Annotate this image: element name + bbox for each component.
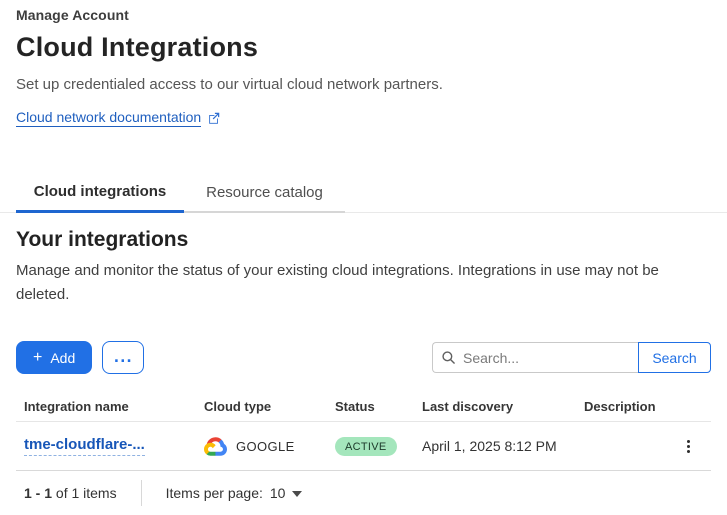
cloud-type-label: GOOGLE [236, 439, 295, 454]
breadcrumb: Manage Account [16, 7, 711, 23]
page-range: 1 - 1 of 1 items [16, 485, 117, 501]
integration-name-link[interactable]: tme-cloudflare-... [24, 436, 145, 456]
page-range-current: 1 - 1 [24, 485, 52, 501]
overflow-menu-icon: ... [114, 350, 133, 366]
search-input[interactable] [463, 350, 630, 366]
search-box [432, 342, 638, 373]
page-header: Manage Account Cloud Integrations Set up… [16, 0, 711, 127]
overflow-menu-button[interactable]: ... [102, 341, 144, 374]
items-per-page-label: Items per page: [166, 485, 263, 501]
column-header-integration-name: Integration name [16, 399, 196, 414]
column-header-description: Description [576, 399, 681, 414]
items-per-page-value: 10 [270, 485, 286, 501]
search-icon [441, 350, 456, 365]
table-row: tme-cloudflare-... GOOGLE ACTIVE April 1… [16, 422, 711, 471]
status-badge: ACTIVE [335, 437, 397, 456]
external-link-icon [207, 111, 221, 125]
page-subtitle: Set up credentialed access to our virtua… [16, 76, 711, 93]
doc-link-label: Cloud network documentation [16, 109, 201, 127]
row-overflow-menu-button[interactable] [681, 434, 696, 459]
tab-cloud-integrations[interactable]: Cloud integrations [16, 173, 184, 213]
cloud-network-documentation-link[interactable]: Cloud network documentation [16, 109, 221, 127]
chevron-down-icon [292, 491, 302, 497]
page-range-total: of 1 items [56, 485, 117, 501]
pagination-divider [141, 480, 142, 506]
search-group: Search [432, 342, 711, 373]
column-header-status: Status [327, 399, 414, 414]
integrations-table: Integration name Cloud type Status Last … [16, 392, 711, 471]
cloud-integrations-page: Manage Account Cloud Integrations Set up… [0, 0, 727, 515]
column-header-last-discovery: Last discovery [414, 399, 576, 414]
plus-icon: + [33, 350, 42, 366]
page-title: Cloud Integrations [16, 32, 711, 63]
google-cloud-icon [204, 437, 227, 456]
tab-resource-catalog[interactable]: Resource catalog [184, 173, 345, 213]
table-toolbar: + Add ... Search [16, 341, 711, 374]
section-description: Manage and monitor the status of your ex… [16, 259, 711, 307]
column-header-cloud-type: Cloud type [196, 399, 327, 414]
search-button[interactable]: Search [638, 342, 711, 373]
items-per-page-select[interactable]: Items per page: 10 [166, 485, 303, 501]
pagination-bar: 1 - 1 of 1 items Items per page: 10 [16, 471, 711, 515]
add-button[interactable]: + Add [16, 341, 92, 374]
table-header-row: Integration name Cloud type Status Last … [16, 392, 711, 422]
add-button-label: Add [50, 350, 75, 366]
section-title: Your integrations [16, 228, 711, 252]
tab-bar: Cloud integrations Resource catalog [16, 173, 711, 213]
last-discovery-value: April 1, 2025 8:12 PM [414, 438, 576, 454]
